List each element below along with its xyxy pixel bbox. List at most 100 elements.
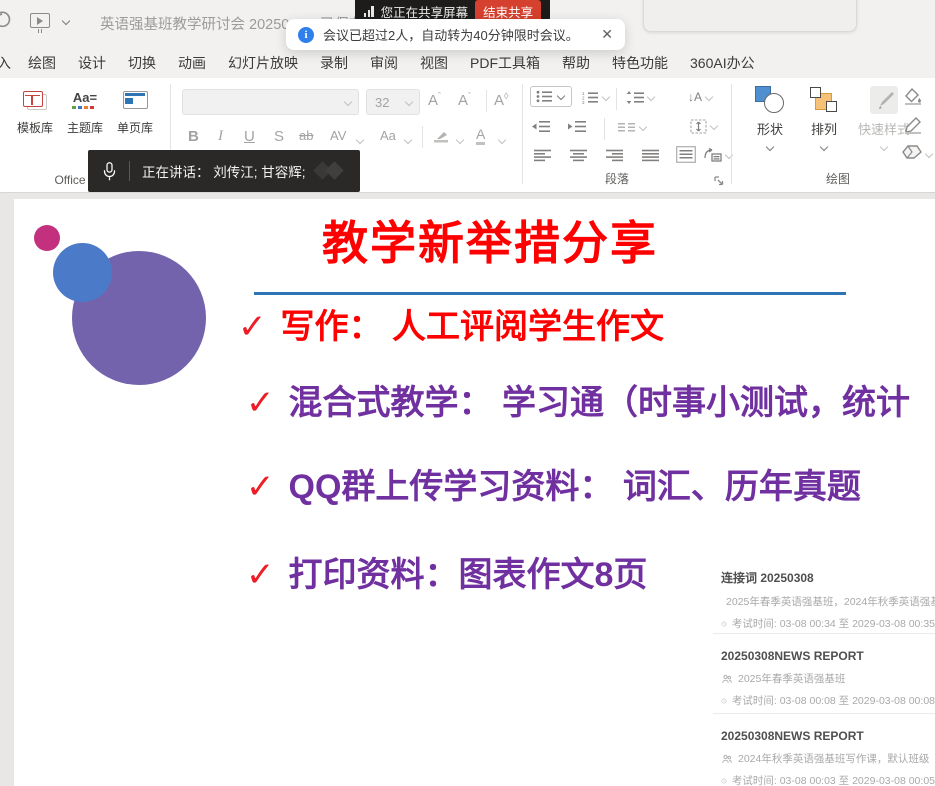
distribute-text-button[interactable]: [676, 146, 696, 163]
font-color-chevron-icon[interactable]: [498, 136, 507, 145]
shrink-font-button[interactable]: Aˇ: [458, 91, 471, 109]
numbering-button[interactable]: 1 2 3: [582, 91, 611, 104]
shadow-button[interactable]: S: [274, 128, 284, 145]
line-spacing-button[interactable]: [626, 91, 656, 104]
tab-review[interactable]: 审阅: [359, 53, 409, 73]
align-right-icon: [606, 149, 623, 162]
change-case-chevron-icon[interactable]: [404, 136, 413, 145]
font-size-select[interactable]: 32: [366, 89, 420, 115]
search-input[interactable]: [643, 0, 857, 32]
highlighter-icon[interactable]: [432, 130, 452, 144]
tab-transitions[interactable]: 切换: [117, 53, 167, 73]
bullet-blended-teaching[interactable]: ✓混合式教学： 学习通（时事小测试，统计: [246, 375, 910, 424]
theme-library-icon: Aa=: [72, 90, 98, 110]
tab-insert-partial[interactable]: 入: [0, 53, 17, 73]
speaking-overlay: 正在讲话： 刘传江; 甘容辉;: [88, 150, 360, 192]
arrange-button[interactable]: 排列: [798, 84, 850, 156]
shapes-button[interactable]: 形状: [744, 84, 796, 156]
tab-special-features[interactable]: 特色功能: [601, 53, 679, 73]
decor-circle-pink: [34, 225, 60, 251]
slideshow-icon-stand: [38, 29, 42, 33]
slide-title[interactable]: 教学新举措分享: [240, 207, 740, 273]
increase-indent-icon: [568, 120, 586, 133]
quiz-classes-row: 2025年春季英语强基班: [721, 671, 935, 686]
line-spacing-icon: [626, 91, 644, 104]
tab-design[interactable]: 设计: [67, 53, 117, 73]
paragraph-dialog-launcher-icon[interactable]: [714, 176, 724, 186]
text-direction-button[interactable]: ↓A: [688, 90, 714, 104]
tab-slideshow[interactable]: 幻灯片放映: [217, 53, 309, 73]
meeting-notice-text: 会议已超过2人，自动转为40分钟限时会议。: [323, 25, 588, 44]
tab-record[interactable]: 录制: [309, 53, 359, 73]
quick-styles-chevron-icon: [880, 143, 889, 152]
paragraph-group-label: 段落: [577, 170, 657, 187]
bullet-printed-materials[interactable]: ✓打印资料：图表作文8页: [246, 547, 647, 596]
quiz-card[interactable]: 20250308NEWS REPORT 2025年春季英语强基班 考试时间: 0…: [705, 634, 935, 714]
italic-button[interactable]: I: [218, 128, 223, 145]
slide-canvas: 教学新举措分享 ✓写作： 人工评阅学生作文 ✓混合式教学： 学习通（时事小测试，…: [0, 193, 935, 786]
bullet-qq-materials[interactable]: ✓QQ群上传学习资料： 词汇、历年真题: [246, 459, 861, 508]
page-library-button[interactable]: 单页库: [111, 84, 159, 136]
decrease-indent-button[interactable]: [532, 120, 550, 133]
font-color-button[interactable]: A: [476, 126, 485, 145]
quiz-card[interactable]: 20250308NEWS REPORT 2024年秋季英语强基班写作课，默认班级…: [705, 714, 935, 786]
change-case-button[interactable]: Aa: [380, 128, 396, 143]
bullets-button[interactable]: [530, 86, 572, 107]
clock-icon: [721, 695, 727, 707]
meeting-app-logo-icon: [312, 156, 352, 186]
character-spacing-button[interactable]: AV: [330, 128, 346, 143]
align-left-button[interactable]: [534, 149, 551, 162]
justify-button[interactable]: [642, 149, 659, 162]
clear-formatting-button[interactable]: A◊: [494, 91, 508, 109]
bold-button[interactable]: B: [188, 128, 199, 145]
numbered-list-icon: 1 2 3: [582, 91, 599, 104]
undo-icon[interactable]: [0, 8, 15, 32]
shape-fill-icon[interactable]: [903, 87, 923, 105]
clock-icon: [721, 775, 727, 786]
tab-view[interactable]: 视图: [409, 53, 459, 73]
font-name-select[interactable]: [182, 89, 359, 115]
shapes-icon: [755, 86, 785, 114]
quiz-card[interactable]: 连接词 20250308 2025年春季英语强基班，2024年秋季英语强基班写 …: [705, 554, 935, 634]
convert-to-smartart-button[interactable]: [704, 148, 734, 162]
align-right-button[interactable]: [606, 149, 623, 162]
quiz-time-row: 考试时间: 03-08 00:08 至 2029-03-08 00:08: [721, 693, 935, 708]
align-center-button[interactable]: [570, 149, 587, 162]
template-library-button[interactable]: 模板库: [11, 84, 59, 136]
eraser-icon[interactable]: [901, 144, 923, 160]
slide[interactable]: 教学新举措分享 ✓写作： 人工评阅学生作文 ✓混合式教学： 学习通（时事小测试，…: [14, 199, 935, 786]
font-size-value: 32: [367, 95, 405, 110]
svg-text:3: 3: [582, 100, 585, 104]
smartart-icon: [704, 148, 722, 162]
drawing-group-label: 绘图: [798, 170, 878, 187]
quiz-title: 20250308NEWS REPORT: [721, 649, 935, 663]
underline-button[interactable]: U: [244, 128, 255, 145]
theme-library-button[interactable]: Aa= 主题库: [61, 84, 109, 136]
check-icon: ✓: [246, 384, 275, 422]
bullet-writing[interactable]: ✓写作： 人工评阅学生作文: [238, 299, 664, 348]
tab-360ai[interactable]: 360AI办公: [679, 53, 766, 73]
page-library-icon: [123, 91, 148, 109]
align-text-vertical-button[interactable]: [690, 119, 719, 134]
strikethrough-button[interactable]: ab: [299, 128, 313, 143]
eraser-chevron-icon[interactable]: [925, 150, 934, 159]
tab-draw[interactable]: 绘图: [17, 53, 67, 73]
close-icon[interactable]: ✕: [597, 26, 613, 43]
qat-chevron-down-icon[interactable]: [62, 17, 71, 26]
grow-font-button[interactable]: Aˆ: [428, 91, 441, 109]
shapes-chevron-icon: [766, 143, 775, 152]
ribbon-tab-bar: 入 绘图 设计 切换 动画 幻灯片放映 录制 审阅 视图 PDF工具箱 帮助 特…: [0, 48, 935, 78]
highlighter-chevron-icon[interactable]: [456, 136, 465, 145]
tab-help[interactable]: 帮助: [551, 53, 601, 73]
shape-outline-icon[interactable]: [903, 116, 923, 134]
tab-pdf-toolbox[interactable]: PDF工具箱: [459, 53, 551, 73]
tab-animations[interactable]: 动画: [167, 53, 217, 73]
quiz-time-row: 考试时间: 03-08 00:34 至 2029-03-08 00:35: [721, 616, 935, 631]
speaking-text: 正在讲话： 刘传江; 甘容辉;: [142, 161, 312, 181]
character-spacing-chevron-icon[interactable]: [356, 136, 365, 145]
arrange-chevron-icon: [820, 143, 829, 152]
increase-indent-button[interactable]: [568, 120, 586, 133]
arrange-icon: [809, 86, 839, 114]
columns-button[interactable]: [618, 122, 648, 132]
slideshow-icon[interactable]: [30, 13, 50, 28]
